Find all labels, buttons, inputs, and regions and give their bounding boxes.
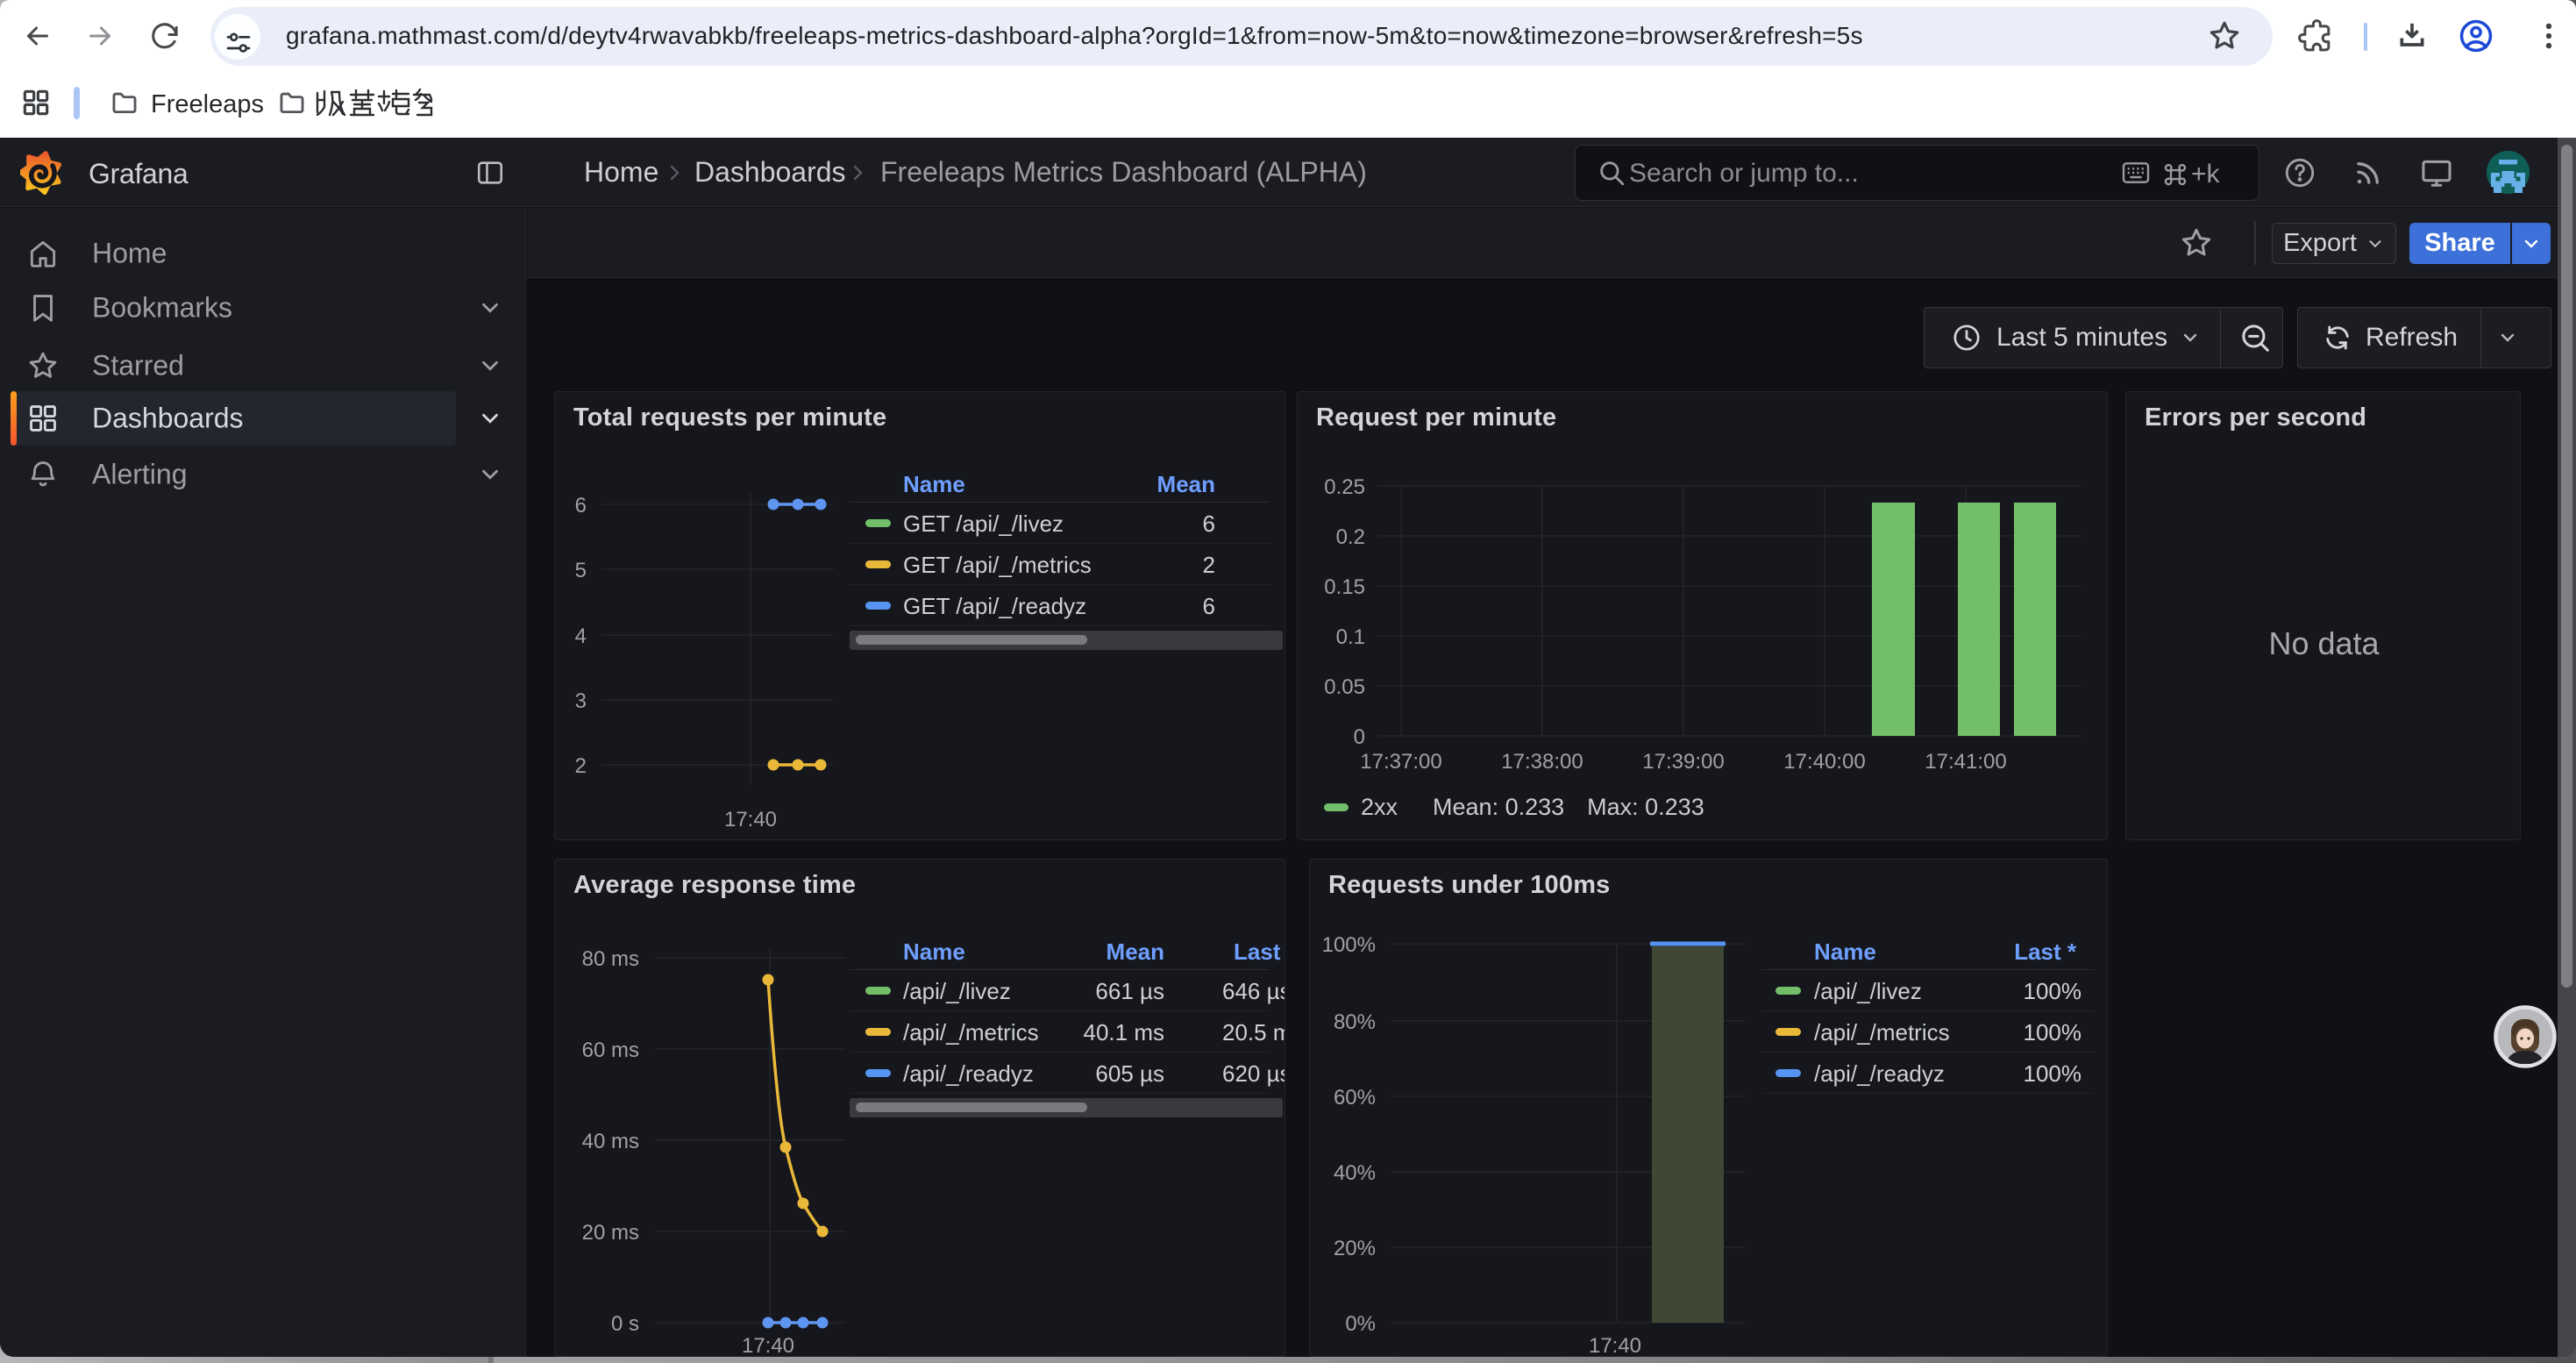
svg-text:80%: 80% bbox=[1334, 1010, 1376, 1034]
svg-text:17:37:00: 17:37:00 bbox=[1360, 750, 1441, 774]
svg-text:17:41:00: 17:41:00 bbox=[1925, 750, 2006, 774]
svg-text:0.05: 0.05 bbox=[1324, 675, 1365, 699]
svg-text:17:40: 17:40 bbox=[724, 808, 777, 831]
svg-text:40%: 40% bbox=[1334, 1161, 1376, 1185]
svg-text:17:40: 17:40 bbox=[1589, 1334, 1641, 1357]
svg-text:4: 4 bbox=[575, 624, 587, 648]
svg-text:17:40:00: 17:40:00 bbox=[1783, 750, 1865, 774]
svg-text:17:39:00: 17:39:00 bbox=[1642, 750, 1724, 774]
svg-text:100%: 100% bbox=[1322, 933, 1376, 957]
svg-text:17:40: 17:40 bbox=[742, 1334, 794, 1357]
svg-text:3: 3 bbox=[575, 689, 587, 713]
svg-text:20%: 20% bbox=[1334, 1237, 1376, 1260]
svg-text:0 s: 0 s bbox=[611, 1312, 639, 1336]
svg-text:5: 5 bbox=[575, 559, 587, 582]
svg-text:17:38:00: 17:38:00 bbox=[1501, 750, 1583, 774]
svg-text:0: 0 bbox=[1354, 725, 1365, 749]
svg-text:6: 6 bbox=[575, 494, 587, 517]
svg-text:0.2: 0.2 bbox=[1336, 525, 1365, 549]
svg-text:60 ms: 60 ms bbox=[582, 1038, 639, 1062]
svg-text:0.1: 0.1 bbox=[1336, 625, 1365, 649]
svg-text:60%: 60% bbox=[1334, 1086, 1376, 1110]
svg-text:20 ms: 20 ms bbox=[582, 1221, 639, 1245]
svg-text:0.15: 0.15 bbox=[1324, 575, 1365, 599]
svg-text:40 ms: 40 ms bbox=[582, 1130, 639, 1153]
svg-text:0.25: 0.25 bbox=[1324, 475, 1365, 499]
svg-text:2: 2 bbox=[575, 754, 587, 778]
svg-text:0%: 0% bbox=[1345, 1312, 1376, 1336]
svg-text:80 ms: 80 ms bbox=[582, 947, 639, 971]
